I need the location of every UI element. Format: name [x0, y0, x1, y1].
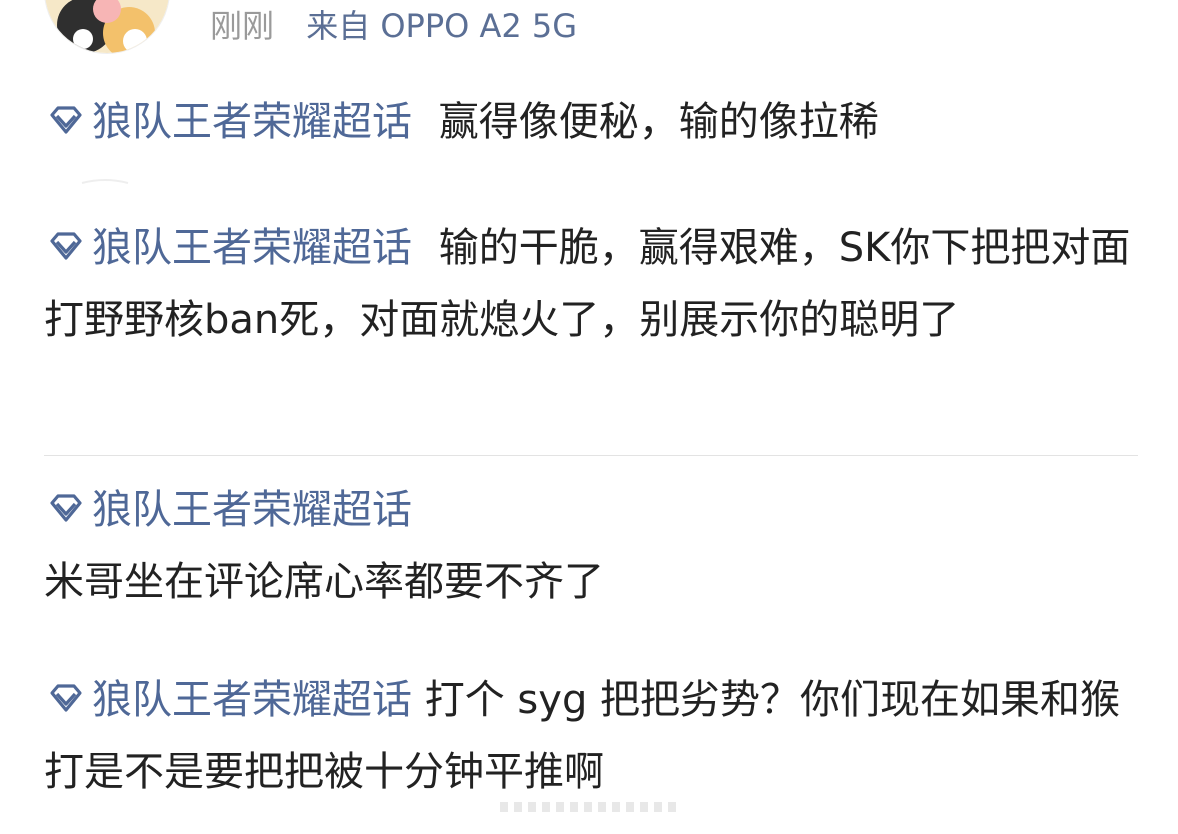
topic-tag-link[interactable]: 狼队王者荣耀超话 [44, 487, 412, 533]
avatar[interactable] [44, 0, 170, 54]
comment-text: 赢得像便秘，输的像拉稀 [438, 99, 879, 145]
post-time: 刚刚 [210, 7, 275, 45]
post-source[interactable]: 来自 OPPO A2 5G [306, 7, 577, 45]
post-meta: 刚刚 来自 OPPO A2 5G [210, 4, 577, 48]
comment-text: 米哥坐在评论席心率都要不齐了 [44, 559, 604, 605]
topic-label: 狼队王者荣耀超话 [92, 677, 412, 723]
topic-label: 狼队王者荣耀超话 [92, 225, 412, 271]
watermark-mark [498, 800, 688, 814]
topic-tag-link[interactable]: 狼队王者荣耀超话 [44, 99, 425, 145]
faint-mark [81, 179, 129, 184]
diamond-topic-icon [44, 101, 88, 141]
topic-label: 狼队王者荣耀超话 [92, 487, 412, 533]
post-header: 刚刚 来自 OPPO A2 5G [0, 0, 1178, 60]
comment-item: 狼队王者荣耀超话 赢得像便秘，输的像拉稀 [44, 86, 1144, 158]
topic-label: 狼队王者荣耀超话 [92, 99, 412, 145]
topic-tag-link[interactable]: 狼队王者荣耀超话 [44, 677, 425, 723]
topic-tag-link[interactable]: 狼队王者荣耀超话 [44, 225, 425, 271]
diamond-topic-icon [44, 679, 88, 719]
comment-item: 狼队王者荣耀超话 打个 syg 把把劣势？你们现在如果和猴打是不是要把把被十分钟… [44, 664, 1144, 808]
comment-item: 狼队王者荣耀超话 输的干脆，赢得艰难，SK你下把把对面打野野核ban死，对面就熄… [44, 212, 1144, 356]
avatar-image [45, 0, 169, 53]
diamond-topic-icon [44, 227, 88, 267]
comment-item: 狼队王者荣耀超话 米哥坐在评论席心率都要不齐了 [44, 474, 1144, 618]
diamond-topic-icon [44, 489, 88, 529]
divider [44, 455, 1138, 456]
